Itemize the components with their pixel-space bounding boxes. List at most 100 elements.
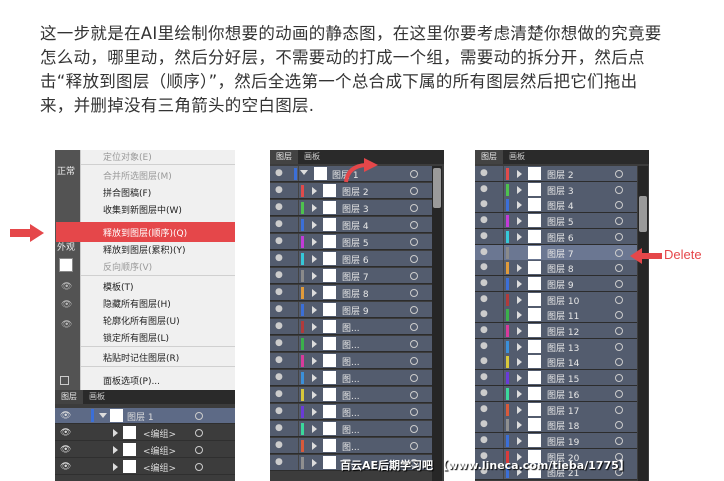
expand-icon[interactable] [312,238,317,246]
eye-icon[interactable]: 👁 [60,445,71,455]
layer-row[interactable]: ● 图层 2 [475,166,637,182]
layer-row[interactable]: ● 图... [270,404,432,420]
target-circle-icon[interactable] [615,342,623,351]
layer-row[interactable]: ● 图层 13 [475,338,637,355]
target-circle-icon[interactable] [615,232,623,241]
lock-toggle[interactable] [287,166,299,181]
target-circle-icon[interactable] [615,264,623,273]
layer-row[interactable]: ● 图层 17 [475,401,637,418]
lock-toggle[interactable] [492,338,504,354]
target-circle-icon[interactable] [195,429,203,437]
layer-row[interactable]: ● 图... [270,353,432,369]
swatch[interactable] [59,258,73,272]
menu-item-collect[interactable]: 收集到新图层中(W) [103,203,182,216]
lock-toggle[interactable] [287,438,299,453]
expand-icon[interactable] [517,374,522,383]
layer-row[interactable]: ● 图层 19 [475,432,637,449]
eye-icon[interactable]: ● [275,237,284,246]
eye-icon[interactable]: ● [480,435,489,445]
target-circle-icon[interactable] [615,248,623,257]
target-circle-icon[interactable] [410,323,418,331]
eye-icon[interactable]: ● [480,404,489,414]
lock-toggle[interactable] [492,432,504,448]
lock-toggle[interactable] [287,302,299,317]
target-circle-icon[interactable] [615,295,623,304]
layer-row[interactable]: ● 图层 7 [270,268,432,284]
menu-item-panel-options[interactable]: 面板选项(P)... [103,374,160,387]
eye-icon[interactable]: ● [275,407,284,416]
lock-toggle[interactable] [492,291,504,307]
eye-icon[interactable]: ● [480,294,489,304]
tab-layers[interactable]: 图层 [55,390,83,404]
eye-icon[interactable]: 👁 [60,411,71,421]
target-circle-icon[interactable] [410,255,418,263]
layer-row[interactable]: ● 图层 6 [475,228,637,245]
menu-item-release-sequence[interactable]: 释放到图层(顺序)(Q) [103,226,187,239]
lock-toggle[interactable] [287,455,299,470]
expand-icon[interactable] [113,463,118,471]
tab-artboards[interactable]: 画板 [503,150,531,164]
eye-icon[interactable]: ● [275,322,284,331]
expand-icon[interactable] [517,217,522,226]
expand-icon[interactable] [517,342,522,351]
expand-icon[interactable] [300,170,308,175]
scrollbar[interactable] [638,166,648,481]
eye-icon[interactable]: ● [480,357,489,366]
layer-row[interactable]: ● 图层 5 [475,213,637,230]
expand-icon[interactable] [312,289,317,297]
expand-icon[interactable] [312,221,317,229]
layer-row[interactable]: ● 图... [270,387,432,403]
target-circle-icon[interactable] [410,340,418,348]
lock-toggle[interactable] [287,387,299,402]
menu-item-outline-all[interactable]: 轮廓化所有图层(U) [103,314,180,327]
lock-toggle[interactable] [287,200,299,215]
eye-icon[interactable]: ● [480,388,489,398]
checkbox-icon[interactable] [60,376,69,385]
expand-icon[interactable] [312,425,317,433]
lock-toggle[interactable] [287,234,299,249]
lock-toggle[interactable] [287,319,299,334]
target-circle-icon[interactable] [615,436,623,445]
target-circle-icon[interactable] [410,425,418,433]
eye-icon[interactable]: ● [275,373,284,382]
layer-row[interactable]: ● 图... [270,319,432,335]
eye-icon[interactable]: ● [480,373,489,382]
layer-row[interactable]: 👁 图层 1 [55,408,235,424]
target-circle-icon[interactable] [615,217,623,226]
scrollbar[interactable] [432,166,442,481]
menu-item-paste-remembers[interactable]: 粘贴时记住图层(R) [103,351,179,364]
expand-icon[interactable] [312,357,317,365]
eye-icon[interactable]: ● [480,278,489,288]
layer-row[interactable]: ● 图层 9 [270,302,432,318]
layer-row[interactable]: ● 图层 12 [475,323,637,339]
expand-icon[interactable] [312,408,317,416]
menu-item-release-build[interactable]: 释放到图层(累积)(Y) [103,243,186,256]
menu-item-locate[interactable]: 定位对象(E) [103,150,152,163]
tab-artboards[interactable]: 画板 [83,390,111,404]
lock-toggle[interactable] [492,307,504,323]
expand-icon[interactable] [517,358,522,367]
target-circle-icon[interactable] [410,221,418,229]
layer-row[interactable]: ● 图... [270,438,432,454]
eye-icon[interactable]: 👁 [61,320,72,330]
layer-row[interactable]: 👁 <编组> [55,425,235,441]
expand-icon[interactable] [517,327,522,335]
lock-toggle[interactable] [492,197,504,213]
expand-icon[interactable] [312,442,317,450]
target-circle-icon[interactable] [410,289,418,297]
target-circle-icon[interactable] [615,389,623,398]
target-circle-icon[interactable] [615,201,623,210]
tab-layers[interactable]: 图层 [475,150,503,164]
target-circle-icon[interactable] [615,311,623,320]
layer-row[interactable]: 👁 <编组> [55,459,235,475]
eye-icon[interactable]: ● [275,288,284,297]
lock-toggle[interactable] [492,166,504,181]
target-circle-icon[interactable] [615,279,623,288]
expand-icon[interactable] [517,311,522,320]
target-circle-icon[interactable] [195,412,203,420]
expand-icon[interactable] [517,436,522,445]
lock-toggle[interactable] [287,285,299,300]
menu-item-lock-all[interactable]: 锁定所有图层(L) [103,331,169,344]
tab-layers[interactable]: 图层 [270,150,298,164]
expand-icon[interactable] [517,170,522,178]
